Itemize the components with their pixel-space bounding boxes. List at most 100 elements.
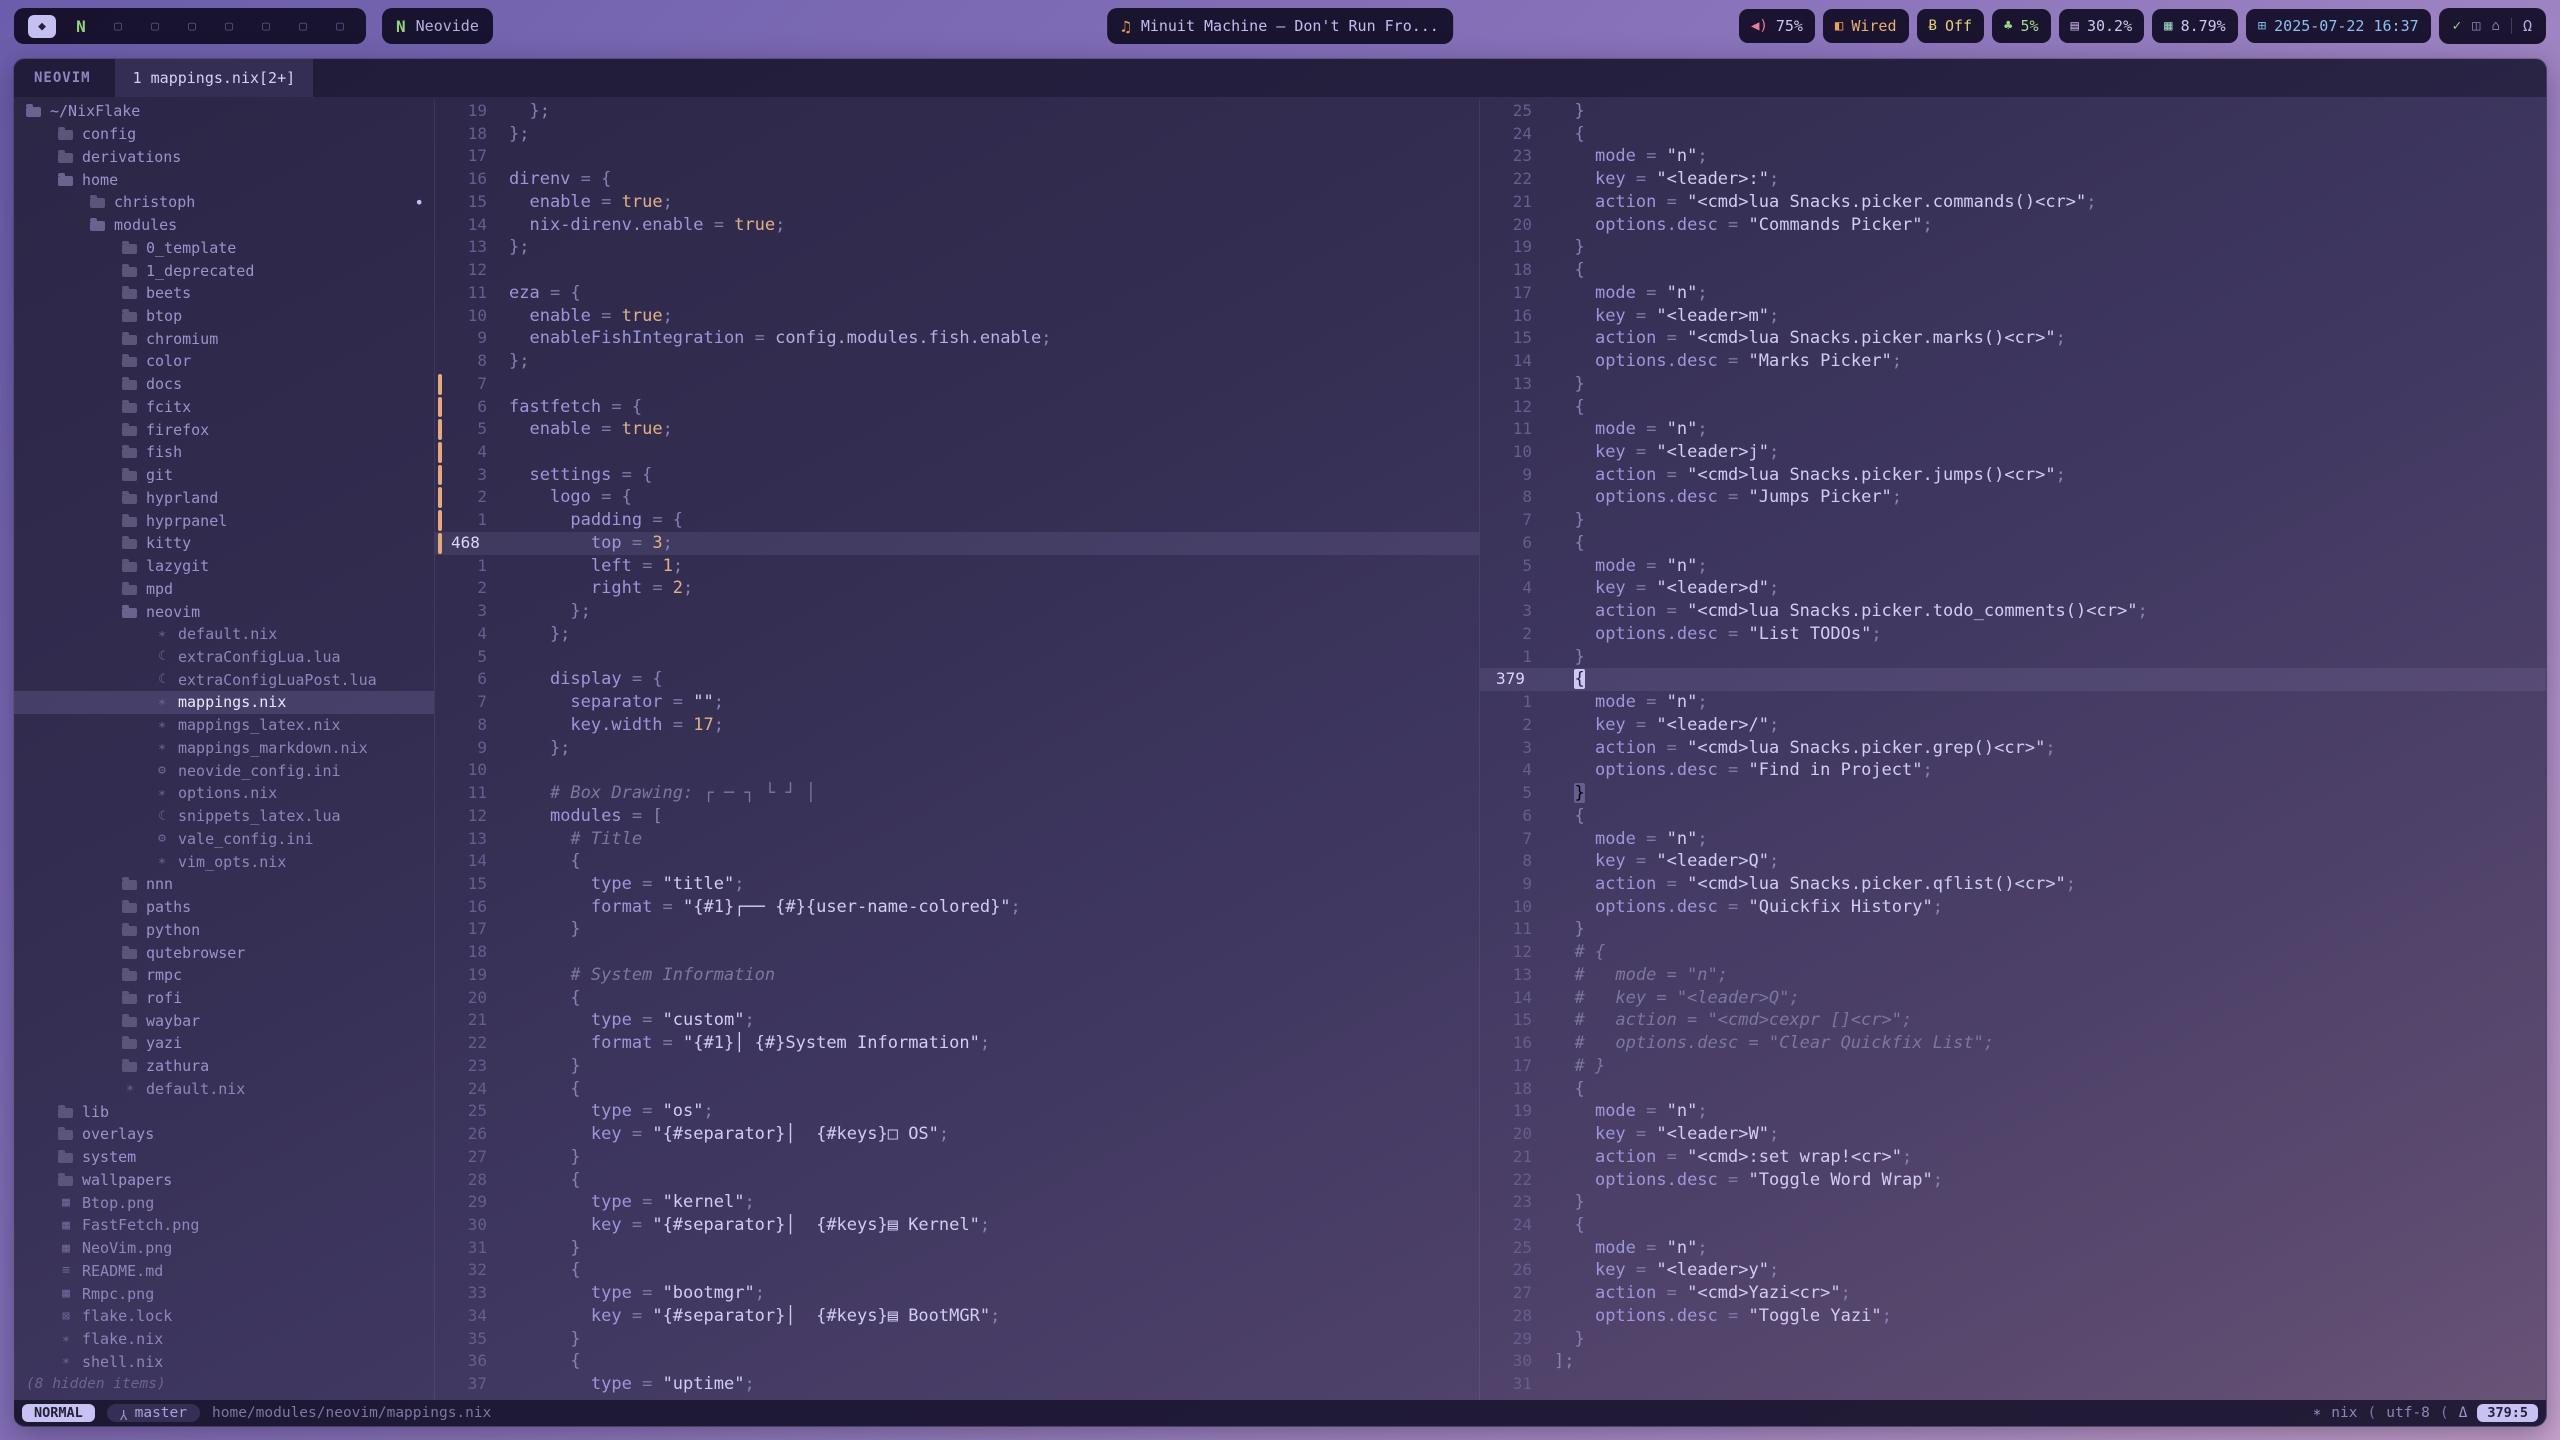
code-line[interactable]: 3 }; (435, 600, 1479, 623)
workspace-7[interactable]: ▢ (254, 19, 278, 34)
tree-item-fish[interactable]: fish (14, 441, 434, 464)
tree-item-overlays[interactable]: overlays (14, 1123, 434, 1146)
code-line[interactable]: 31 } (435, 1237, 1479, 1260)
code-line[interactable]: 20 options.desc = "Commands Picker"; (1480, 214, 2546, 237)
tree-item-mpd[interactable]: mpd (14, 577, 434, 600)
code-line[interactable]: 28 { (435, 1169, 1479, 1192)
code-line[interactable]: 10 enable = true; (435, 305, 1479, 328)
tree-item-rmpc[interactable]: rmpc (14, 964, 434, 987)
code-line[interactable]: 5 (435, 646, 1479, 669)
tree-item-vale_config.ini[interactable]: ⚙vale_config.ini (14, 828, 434, 851)
code-line[interactable]: 24 { (435, 1078, 1479, 1101)
code-line[interactable]: 10 options.desc = "Quickfix History"; (1480, 896, 2546, 919)
tree-item-wallpapers[interactable]: wallpapers (14, 1169, 434, 1192)
tree-item-btop[interactable]: btop (14, 305, 434, 328)
code-line[interactable]: 15 enable = true; (435, 191, 1479, 214)
code-line[interactable]: 5 } (1480, 782, 2546, 805)
code-line[interactable]: 30]; (1480, 1350, 2546, 1373)
code-line[interactable]: 30 key = "{#separator}│ {#keys}▤ Kernel"… (435, 1214, 1479, 1237)
code-line[interactable]: 10 key = "<leader>j"; (1480, 441, 2546, 464)
code-line[interactable]: 15 # action = "<cmd>cexpr []<cr>"; (1480, 1009, 2546, 1032)
code-line[interactable]: 18 (435, 941, 1479, 964)
git-branch-chip[interactable]: Y master (107, 1404, 200, 1422)
tree-item-FastFetch.png[interactable]: ▦FastFetch.png (14, 1214, 434, 1237)
code-line[interactable]: 29 type = "kernel"; (435, 1191, 1479, 1214)
tree-item-flake.nix[interactable]: ∗flake.nix (14, 1328, 434, 1351)
code-line[interactable]: 18 { (1480, 259, 2546, 282)
code-line[interactable]: 9 enableFishIntegration = config.modules… (435, 327, 1479, 350)
tree-item-mappings.nix[interactable]: ∗mappings.nix (14, 691, 434, 714)
code-line[interactable]: 9 action = "<cmd>lua Snacks.picker.jumps… (1480, 464, 2546, 487)
code-line[interactable]: 3 action = "<cmd>lua Snacks.picker.grep(… (1480, 737, 2546, 760)
tree-item-extraConfigLuaPost.lua[interactable]: ☾extraConfigLuaPost.lua (14, 668, 434, 691)
code-line[interactable]: 2 options.desc = "List TODOs"; (1480, 623, 2546, 646)
code-line[interactable]: 17 # } (1480, 1055, 2546, 1078)
code-line[interactable]: 7 (435, 373, 1479, 396)
code-line[interactable]: 36 { (435, 1350, 1479, 1373)
code-line[interactable]: 13 } (1480, 373, 2546, 396)
active-app-island[interactable]: N Neovide (382, 8, 493, 44)
code-line[interactable]: 468 top = 3; (435, 532, 1479, 555)
code-line[interactable]: 27 action = "<cmd>Yazi<cr>"; (1480, 1282, 2546, 1305)
code-line[interactable]: 24 { (1480, 123, 2546, 146)
segment-volume[interactable]: ◀)75% (1739, 9, 1815, 43)
code-line[interactable]: 20 key = "<leader>W"; (1480, 1123, 2546, 1146)
code-line[interactable]: 13 # mode = "n"; (1480, 964, 2546, 987)
code-line[interactable]: 19 mode = "n"; (1480, 1100, 2546, 1123)
code-line[interactable]: 23 } (1480, 1191, 2546, 1214)
code-line[interactable]: 37 type = "uptime"; (435, 1373, 1479, 1396)
code-line[interactable]: 12 # { (1480, 941, 2546, 964)
workspace-3[interactable]: ▢ (106, 19, 130, 34)
code-line[interactable]: 3 action = "<cmd>lua Snacks.picker.todo_… (1480, 600, 2546, 623)
tree-item-derivations[interactable]: derivations (14, 145, 434, 168)
workspace-8[interactable]: ▢ (291, 19, 315, 34)
code-line[interactable]: 9 }; (435, 737, 1479, 760)
workspace-5[interactable]: ▢ (180, 19, 204, 34)
code-line[interactable]: 19 # System Information (435, 964, 1479, 987)
tree-item-extraConfigLua.lua[interactable]: ☾extraConfigLua.lua (14, 646, 434, 669)
tab-mappings-nix[interactable]: 1 mappings.nix[2+] (115, 59, 314, 97)
code-line[interactable]: 21 action = "<cmd>lua Snacks.picker.comm… (1480, 191, 2546, 214)
tree-item-beets[interactable]: beets (14, 282, 434, 305)
code-line[interactable]: 16 # options.desc = "Clear Quickfix List… (1480, 1032, 2546, 1055)
code-line[interactable]: 12 (435, 259, 1479, 282)
tree-item-home[interactable]: home (14, 168, 434, 191)
code-line[interactable]: 6fastfetch = { (435, 396, 1479, 419)
segment-network[interactable]: ◧Wired (1823, 9, 1909, 43)
code-line[interactable]: 21 action = "<cmd>:set wrap!<cr>"; (1480, 1146, 2546, 1169)
tree-item-snippets_latex.lua[interactable]: ☾snippets_latex.lua (14, 805, 434, 828)
system-icon[interactable]: ⌂ (2492, 18, 2500, 34)
code-line[interactable]: 19 }; (435, 100, 1479, 123)
code-line[interactable]: 5 enable = true; (435, 418, 1479, 441)
tree-item-vim_opts.nix[interactable]: ∗vim_opts.nix (14, 850, 434, 873)
segment-bluetooth[interactable]: ɃOff (1917, 9, 1985, 43)
tree-item-hyprland[interactable]: hyprland (14, 486, 434, 509)
tree-item-yazi[interactable]: yazi (14, 1032, 434, 1055)
tree-item-nnn[interactable]: nnn (14, 873, 434, 896)
tree-item-mappings_latex.nix[interactable]: ∗mappings_latex.nix (14, 714, 434, 737)
tree-item-lazygit[interactable]: lazygit (14, 555, 434, 578)
segment-cpu[interactable]: ▦8.79% (2152, 9, 2238, 43)
tree-item-system[interactable]: system (14, 1146, 434, 1169)
code-line[interactable]: 1 padding = { (435, 509, 1479, 532)
code-line[interactable]: 22 key = "<leader>:"; (1480, 168, 2546, 191)
code-line[interactable]: 22 format = "{#1}│ {#}System Information… (435, 1032, 1479, 1055)
code-line[interactable]: 34 key = "{#separator}│ {#keys}▤ BootMGR… (435, 1305, 1479, 1328)
code-line[interactable]: 7 } (1480, 509, 2546, 532)
tree-item-christoph[interactable]: christoph• (14, 191, 434, 214)
code-line[interactable]: 8 options.desc = "Jumps Picker"; (1480, 486, 2546, 509)
code-line[interactable]: 26 key = "{#separator}│ {#keys}□ OS"; (435, 1123, 1479, 1146)
tree-item-python[interactable]: python (14, 918, 434, 941)
tree-item-shell.nix[interactable]: ∗shell.nix (14, 1350, 434, 1373)
tree-item-~/NixFlake[interactable]: ~/NixFlake (14, 100, 434, 123)
tree-item-color[interactable]: color (14, 350, 434, 373)
code-line[interactable]: 8 key = "<leader>Q"; (1480, 850, 2546, 873)
code-line[interactable]: 4 options.desc = "Find in Project"; (1480, 759, 2546, 782)
code-line[interactable]: 3 settings = { (435, 464, 1479, 487)
code-line[interactable]: 8 key.width = 17; (435, 714, 1479, 737)
tree-item-firefox[interactable]: firefox (14, 418, 434, 441)
segment-power-saver[interactable]: ♣5% (1992, 9, 2051, 43)
segment-clock[interactable]: ⊞2025-07-22 16:37 (2246, 9, 2431, 43)
code-line[interactable]: 8}; (435, 350, 1479, 373)
tree-item-chromium[interactable]: chromium (14, 327, 434, 350)
